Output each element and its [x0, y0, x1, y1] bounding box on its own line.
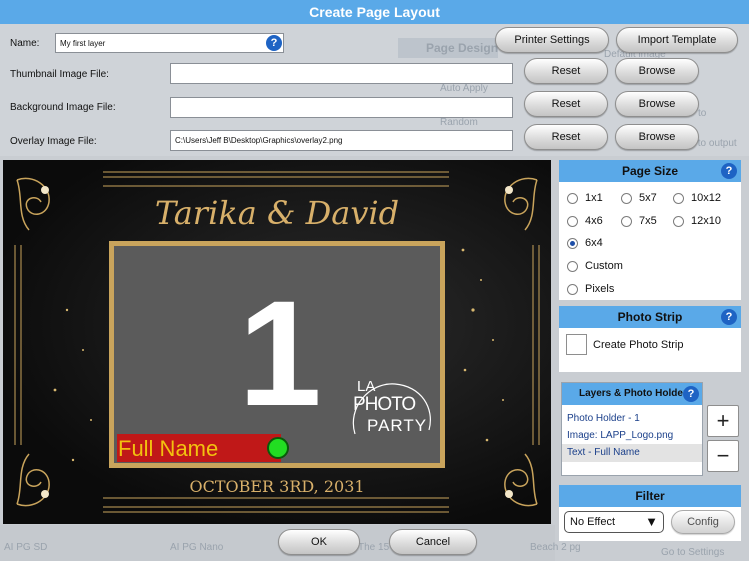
thumbnail-label: Thumbnail Image File:	[10, 69, 109, 80]
label-pixels: Pixels	[585, 283, 615, 295]
help-icon[interactable]: ?	[721, 309, 737, 325]
radio-custom[interactable]	[567, 261, 578, 272]
overlay-browse-button[interactable]: Browse	[615, 124, 699, 150]
ok-button[interactable]: OK	[278, 529, 360, 555]
full-name-text-holder[interactable]: Full Name	[117, 434, 289, 462]
layer-item[interactable]: Image: LAPP_Logo.png	[562, 427, 702, 444]
page-size-title: Page Size	[621, 164, 679, 178]
page-size-header: Page Size ?	[559, 160, 741, 182]
page-size-panel: Page Size ? 1x1 5x7 10x12 4x6 7x5 12x10 …	[559, 160, 741, 300]
radio-4x6[interactable]	[567, 216, 578, 227]
random-label: Random	[440, 117, 478, 128]
remove-layer-button[interactable]: −	[707, 440, 739, 472]
radio-7x5[interactable]	[621, 216, 632, 227]
filter-panel: Filter No Effect ▼ Config	[559, 485, 741, 541]
create-photo-strip-checkbox[interactable]	[566, 334, 587, 355]
radio-1x1[interactable]	[567, 193, 578, 204]
auto-apply-label: Auto Apply	[440, 83, 488, 94]
layer-item-selected[interactable]: Text - Full Name	[562, 444, 702, 462]
import-template-button[interactable]: Import Template	[616, 27, 738, 53]
logo-text-photo: PHOTO	[353, 394, 416, 415]
thumbnail-browse-button[interactable]: Browse	[615, 58, 699, 84]
thumb-label: Beach 2 pg	[530, 542, 581, 553]
logo-image[interactable]: LA PHOTO PARTY	[343, 378, 443, 458]
radio-pixels[interactable]	[567, 284, 578, 295]
layers-panel: Layers & Photo Holders ? Photo Holder - …	[561, 382, 703, 476]
layers-header: Layers & Photo Holders ?	[562, 383, 702, 405]
label-1x1: 1x1	[585, 192, 603, 204]
radio-6x4[interactable]	[567, 238, 578, 249]
background-label: Background Image File:	[10, 102, 116, 113]
layers-title: Layers & Photo Holders	[579, 388, 693, 399]
label-7x5: 7x5	[639, 215, 657, 227]
thumb-label: The 15	[358, 542, 390, 553]
window-title: Create Page Layout	[0, 0, 749, 24]
name-label: Name:	[10, 38, 40, 49]
background-browse-button[interactable]: Browse	[615, 91, 699, 117]
label-custom: Custom	[585, 260, 623, 272]
background-field[interactable]	[170, 97, 513, 118]
add-layer-button[interactable]: +	[707, 405, 739, 437]
label-10x12: 10x12	[691, 192, 721, 204]
background-reset-button[interactable]: Reset	[524, 91, 608, 117]
cancel-button[interactable]: Cancel	[389, 529, 477, 555]
create-photo-strip-label: Create Photo Strip	[593, 339, 684, 351]
photo-strip-panel: Photo Strip ? Create Photo Strip	[559, 306, 741, 372]
name-field[interactable]: My first layer	[55, 33, 284, 53]
layer-item[interactable]: Photo Holder - 1	[562, 410, 702, 427]
photo-strip-title: Photo Strip	[617, 310, 683, 324]
logo-text-party: PARTY	[367, 416, 428, 435]
logo-text-la: LA	[357, 378, 376, 395]
photo-holder-number[interactable]: 1	[235, 278, 325, 428]
chevron-down-icon: ▼	[645, 514, 658, 529]
page-design-label: Page Design	[426, 41, 499, 55]
filter-header: Filter	[559, 485, 741, 507]
filter-title: Filter	[635, 489, 665, 503]
overlay-reset-button[interactable]: Reset	[524, 124, 608, 150]
event-date: OCTOBER 3RD, 2031	[189, 477, 365, 496]
to-label: to	[698, 108, 707, 119]
thumb-label: AI PG Nano	[170, 542, 224, 553]
printer-settings-button[interactable]: Printer Settings	[495, 27, 609, 53]
help-icon[interactable]: ?	[266, 35, 282, 51]
overlay-label: Overlay Image File:	[10, 136, 97, 147]
label-5x7: 5x7	[639, 192, 657, 204]
layout-canvas[interactable]: Tarika & David 1 LA PHOTO PARTY Full Nam…	[3, 160, 551, 524]
activate-notice: Go to Settings	[661, 547, 725, 558]
help-icon[interactable]: ?	[683, 386, 699, 402]
filter-select[interactable]: No Effect ▼	[564, 511, 664, 533]
radio-5x7[interactable]	[621, 193, 632, 204]
thumb-label: AI PG SD	[4, 542, 48, 553]
radio-12x10[interactable]	[673, 216, 684, 227]
filter-selected-value: No Effect	[570, 516, 616, 528]
overlay-field[interactable]: C:\Users\Jeff B\Desktop\Graphics\overlay…	[170, 130, 513, 151]
thumbnail-field[interactable]	[170, 63, 513, 84]
help-icon[interactable]: ?	[721, 163, 737, 179]
thumbnail-reset-button[interactable]: Reset	[524, 58, 608, 84]
config-button[interactable]: Config	[671, 510, 735, 534]
full-name-label: Full Name	[118, 436, 219, 461]
couple-names: Tarika & David	[154, 194, 400, 232]
resize-handle[interactable]	[267, 437, 289, 459]
photo-strip-header: Photo Strip ?	[559, 306, 741, 328]
label-6x4: 6x4	[585, 237, 603, 249]
label-12x10: 12x10	[691, 215, 721, 227]
label-4x6: 4x6	[585, 215, 603, 227]
radio-10x12[interactable]	[673, 193, 684, 204]
